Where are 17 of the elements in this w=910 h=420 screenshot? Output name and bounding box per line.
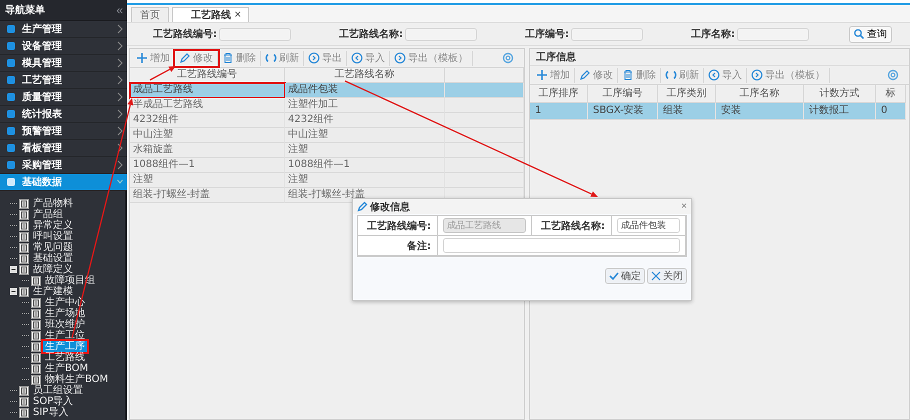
column-header: 工艺路线名称 — [285, 68, 445, 83]
field-label: 备注: — [358, 236, 438, 256]
column-header: 工序名称 — [716, 85, 804, 103]
column-header: 工序编号 — [588, 85, 658, 103]
dialog-title: 修改信息 — [370, 200, 410, 214]
column-header: 计数方式 — [804, 85, 876, 103]
column-header: 工序排序 — [530, 85, 588, 103]
field-label: 工艺路线名称: — [339, 28, 403, 41]
panel-title: 工序信息 — [530, 49, 909, 66]
field-label: 工序名称: — [691, 27, 735, 41]
field-label: 工艺路线编号: — [358, 216, 438, 236]
field-label: 工艺路线名称: — [532, 216, 612, 236]
column-header: 标 — [876, 85, 906, 103]
column-header: 工序类别 — [658, 85, 716, 103]
field-label: 工序编号: — [525, 27, 569, 41]
sidebar-title: 导航菜单 — [5, 3, 45, 17]
field-label: 工艺路线编号: — [153, 28, 217, 41]
